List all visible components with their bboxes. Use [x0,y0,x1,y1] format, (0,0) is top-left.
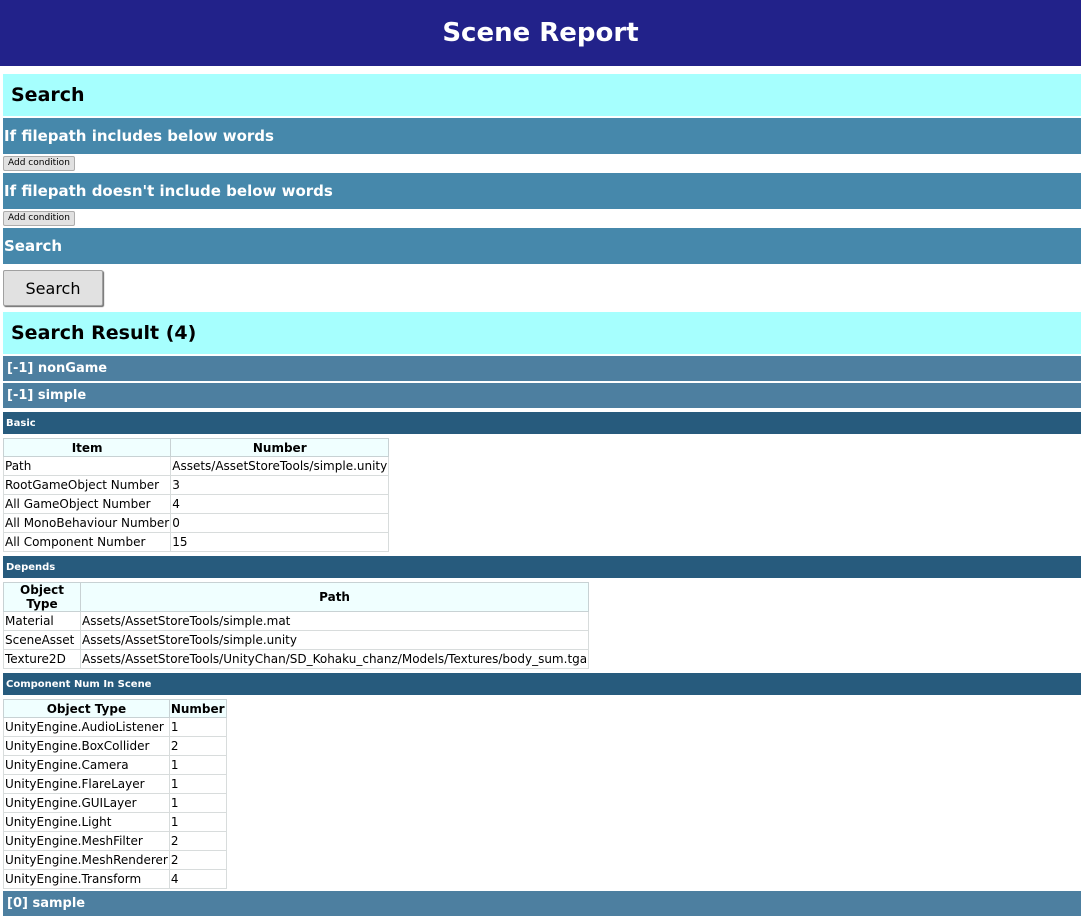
basic-cell-label: RootGameObject Number [2,475,172,495]
basic-header-number: Number [170,438,390,457]
component-cell-number: 1 [168,774,227,794]
basic-cell-label: All GameObject Number [2,494,172,514]
basic-cell-label: All Component Number [2,532,172,552]
component-cell-number: 4 [168,869,227,889]
basic-cell-value: 0 [170,513,390,533]
include-condition-header: If filepath includes below words [3,118,1081,154]
component-cell-number: 1 [168,717,227,737]
table-row: UnityEngine.BoxCollider 2 [3,736,227,756]
depends-cell-type: SceneAsset [3,630,81,650]
basic-section-header: Basic [3,412,1081,434]
table-row: UnityEngine.MeshFilter 2 [3,831,227,851]
table-row: Texture2D Assets/AssetStoreTools/UnityCha… [3,649,590,669]
basic-cell-value: 4 [170,494,390,514]
component-cell-number: 1 [168,793,227,813]
basic-header-item: Item [2,438,172,457]
search-button[interactable]: Search [3,270,103,306]
component-cell-type: UnityEngine.Camera [3,755,170,775]
depends-header-type: Object Type [3,582,81,612]
table-row: UnityEngine.Light 1 [3,812,227,832]
page-title: Scene Report [442,18,639,48]
search-result-title: Search Result (4) [3,312,1081,354]
table-row: All Component Number 15 [2,532,390,552]
component-cell-number: 1 [168,755,227,775]
depends-table: Object Type Path Material Assets/AssetSto… [3,582,590,669]
basic-cell-value: 3 [170,475,390,495]
basic-cell-label: Path [2,456,172,476]
component-cell-type: UnityEngine.AudioListener [3,717,170,737]
search-section-title: Search [3,74,1081,116]
table-row: All MonoBehaviour Number 0 [2,513,390,533]
depends-header-path: Path [79,582,590,612]
depends-cell-path: Assets/AssetStoreTools/simple.mat [79,611,590,631]
table-row: UnityEngine.GUILayer 1 [3,793,227,813]
table-row: UnityEngine.Transform 4 [3,869,227,889]
table-row: All GameObject Number 4 [2,494,390,514]
table-row: RootGameObject Number 3 [2,475,390,495]
component-header-type: Object Type [3,699,170,718]
component-cell-type: UnityEngine.Light [3,812,170,832]
depends-cell-type: Material [3,611,81,631]
table-row: UnityEngine.MeshRenderer 2 [3,850,227,870]
depends-cell-path: Assets/AssetStoreTools/simple.unity [79,630,590,650]
basic-cell-label: All MonoBehaviour Number [2,513,172,533]
table-row: Material Assets/AssetStoreTools/simple.ma… [3,611,590,631]
basic-cell-value: Assets/AssetStoreTools/simple.unity [170,456,390,476]
component-cell-number: 2 [168,831,227,851]
page-header: Scene Report [0,0,1081,66]
component-cell-number: 2 [168,736,227,756]
basic-cell-value: 15 [170,532,390,552]
add-exclude-condition-button[interactable]: Add condition [3,211,75,226]
component-cell-type: UnityEngine.GUILayer [3,793,170,813]
component-cell-type: UnityEngine.FlareLayer [3,774,170,794]
component-cell-type: UnityEngine.Transform [3,869,170,889]
search-action-header: Search [3,228,1081,264]
component-cell-number: 1 [168,812,227,832]
table-row: UnityEngine.FlareLayer 1 [3,774,227,794]
depends-section-header: Depends [3,556,1081,578]
component-section-header: Component Num In Scene [3,673,1081,695]
exclude-condition-header: If filepath doesn't include below words [3,173,1081,209]
component-cell-type: UnityEngine.BoxCollider [3,736,170,756]
component-cell-type: UnityEngine.MeshRenderer [3,850,170,870]
depends-cell-path: Assets/AssetStoreTools/UnityChan/SD_Koha… [79,649,590,669]
component-cell-number: 2 [168,850,227,870]
table-row: SceneAsset Assets/AssetStoreTools/simple.… [3,630,590,650]
component-header-number: Number [168,699,227,718]
table-row: UnityEngine.Camera 1 [3,755,227,775]
scene-item-nongame[interactable]: [-1] nonGame [3,356,1081,381]
basic-table: Item Number Path Assets/AssetStoreTools/s… [2,438,390,552]
table-row: Path Assets/AssetStoreTools/simple.unity [2,456,390,476]
add-include-condition-button[interactable]: Add condition [3,156,75,171]
depends-cell-type: Texture2D [3,649,81,669]
component-table: Object Type Number UnityEngine.AudioList… [3,699,227,889]
component-cell-type: UnityEngine.MeshFilter [3,831,170,851]
scene-item-simple[interactable]: [-1] simple [3,383,1081,408]
scene-item-sample[interactable]: [0] sample [3,891,1081,916]
table-row: UnityEngine.AudioListener 1 [3,717,227,737]
